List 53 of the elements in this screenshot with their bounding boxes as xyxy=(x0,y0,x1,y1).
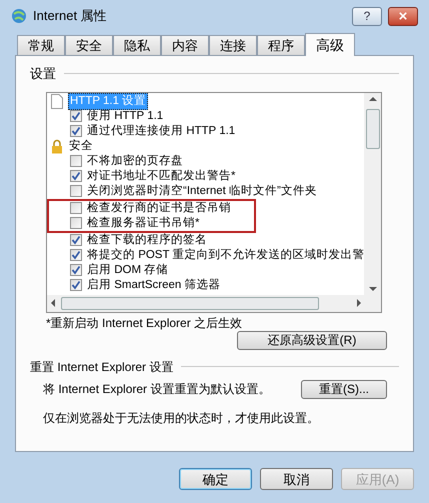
option-label[interactable]: 启用 DOM 存储 xyxy=(86,262,170,278)
checkbox[interactable] xyxy=(70,155,82,167)
tab[interactable]: 内容 xyxy=(161,35,209,55)
lock-icon xyxy=(50,138,64,154)
scroll-left-icon[interactable] xyxy=(51,299,55,307)
vertical-scrollbar[interactable] xyxy=(364,92,381,294)
dialog-button[interactable]: 取消 xyxy=(260,468,333,490)
option-label[interactable]: 检查下载的程序的签名 xyxy=(86,232,208,248)
checkbox[interactable] xyxy=(70,185,82,197)
checkbox[interactable] xyxy=(70,110,82,122)
checkbox[interactable] xyxy=(70,170,82,182)
option-label[interactable]: 检查发行商的证书是否吊销 xyxy=(86,200,232,216)
group-title: 重置 Internet Explorer 设置 xyxy=(30,358,174,376)
option-label[interactable]: 启用 SmartScreen 筛选器 xyxy=(86,278,222,292)
scroll-down-icon[interactable] xyxy=(368,286,376,290)
scroll-right-icon[interactable] xyxy=(357,299,361,307)
horizontal-scrollbar[interactable] xyxy=(47,294,381,312)
checkbox[interactable] xyxy=(70,279,82,291)
option-label[interactable]: 对证书地址不匹配发出警告* xyxy=(86,168,236,184)
option-label[interactable]: 使用 HTTP 1.1 xyxy=(86,108,164,124)
tab[interactable]: 安全 xyxy=(65,35,113,55)
option-label[interactable]: 检查服务器证书吊销* xyxy=(86,216,200,230)
restart-note: *重新启动 Internet Explorer 之后生效 xyxy=(46,314,244,330)
reset-description: 将 Internet Explorer 设置重置为默认设置。 xyxy=(43,381,270,398)
reset-hint: 仅在浏览器处于无法使用的状态时，才使用此设置。 xyxy=(43,410,320,426)
tab[interactable]: 程序 xyxy=(257,35,305,55)
checkbox[interactable] xyxy=(70,125,82,137)
checkbox[interactable] xyxy=(70,234,82,246)
checkbox[interactable] xyxy=(70,264,82,276)
page-icon xyxy=(50,94,64,108)
checkbox[interactable] xyxy=(70,249,82,261)
option-label[interactable]: 将提交的 POST 重定向到不允许发送的区域时发出警 xyxy=(86,248,364,262)
tab[interactable]: 隐私 xyxy=(113,35,161,55)
option-label[interactable]: 不将加密的页存盘 xyxy=(86,154,184,168)
checkbox[interactable] xyxy=(70,217,82,229)
help-button[interactable]: ? xyxy=(352,6,382,26)
restore-advanced-button[interactable]: 还原高级设置(R) xyxy=(237,330,387,350)
checkbox[interactable] xyxy=(70,202,82,214)
category-label[interactable]: 安全 xyxy=(68,138,94,154)
option-label[interactable]: 关闭浏览器时清空“Internet 临时文件”文件夹 xyxy=(86,184,318,198)
reset-button[interactable]: 重置(S)... xyxy=(301,380,387,398)
dialog-button[interactable]: 确定 xyxy=(179,468,252,490)
tab[interactable]: 常规 xyxy=(17,35,65,55)
settings-list[interactable]: HTTP 1.1 设置 使用 HTTP 1.1 通过代理连接使用 HTTP 1.1 安全 不将加密的页存盘 对证书地址不匹配发出警告* 关闭浏览器时清空“Internet 临时文件”文件夹 检查发行商的证书是否吊销 检查服务器证书吊销* 检查下载的程序的签名 将提交的 POST 重定向到不允许发送的区域时发出警 启用 DOM 存储 启用 SmartScreen 筛选器 xyxy=(46,92,382,312)
group-title: 设置 xyxy=(30,65,56,83)
tab[interactable]: 连接 xyxy=(209,35,257,55)
tab[interactable]: 高级 xyxy=(305,33,355,56)
scroll-thumb[interactable] xyxy=(61,296,319,310)
globe-icon xyxy=(11,8,27,24)
scroll-up-icon[interactable] xyxy=(368,96,376,100)
option-label[interactable]: 通过代理连接使用 HTTP 1.1 xyxy=(86,124,236,138)
scroll-thumb[interactable] xyxy=(366,108,380,148)
window-title: Internet 属性 xyxy=(33,7,108,26)
